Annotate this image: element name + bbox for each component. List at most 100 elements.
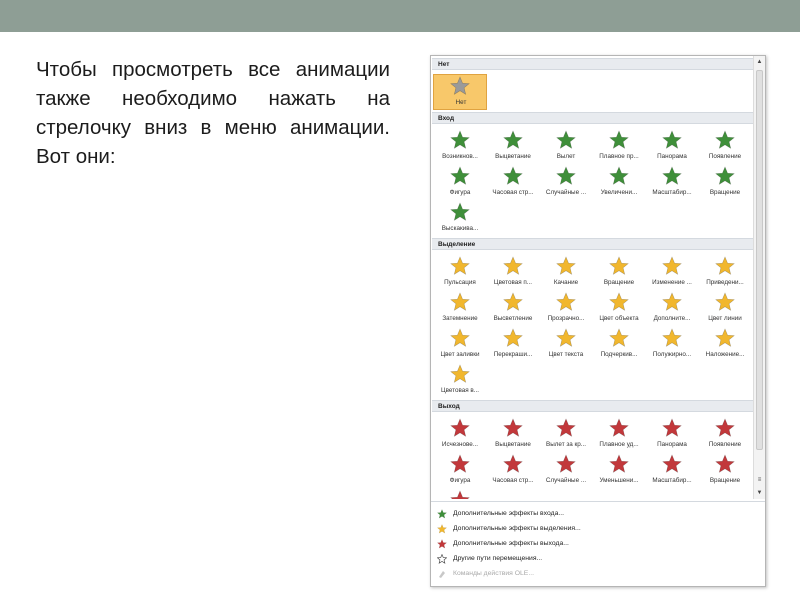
animation-tile-выделение-5[interactable]: Приведени...	[698, 254, 752, 290]
animation-tile-label: Качание	[553, 279, 579, 286]
animation-tile-выход-3[interactable]: Плавное уд...	[592, 416, 646, 452]
gallery-scrollbar[interactable]: ▲ ≡ ▼	[753, 56, 765, 499]
animation-tile-label: Затемнение	[442, 315, 478, 322]
star-entrance-icon	[556, 130, 576, 149]
animation-tile-выделение-2[interactable]: Качание	[539, 254, 593, 290]
animation-tile-вход-3[interactable]: Плавное пр...	[592, 128, 646, 164]
animation-tile-вход-0[interactable]: Возникнов...	[433, 128, 487, 164]
command-2[interactable]: Дополнительные эффекты выхода...	[435, 537, 755, 551]
animation-tile-выделение-8[interactable]: Прозрачно...	[539, 290, 593, 326]
star-emphasis-icon	[609, 292, 629, 311]
animation-tile-label: Выцветание	[495, 153, 531, 160]
animation-tile-выход-11[interactable]: Вращение	[698, 452, 752, 488]
animation-tile-выделение-10[interactable]: Дополните...	[645, 290, 699, 326]
scroll-up-button[interactable]: ▲	[754, 56, 765, 68]
command-label: Дополнительные эффекты выхода...	[453, 540, 569, 547]
ole-verb-icon	[439, 571, 445, 578]
star-exit-icon	[503, 454, 523, 473]
animation-tile-выход-0[interactable]: Исчезнове...	[433, 416, 487, 452]
star-entrance-icon	[662, 130, 682, 149]
star-emphasis-icon	[609, 256, 629, 275]
command-0[interactable]: Дополнительные эффекты входа...	[435, 507, 755, 521]
star-entrance-icon	[715, 130, 735, 149]
animation-tile-вход-1[interactable]: Выцветание	[486, 128, 540, 164]
animation-tile-label: Вращение	[603, 279, 635, 286]
animation-tile-выделение-15[interactable]: Подчеркив...	[592, 326, 646, 362]
star-entrance-icon	[609, 166, 629, 185]
star-exit-icon	[609, 418, 629, 437]
animation-tile-label: Полужирно...	[652, 351, 692, 358]
animation-tile-вход-4[interactable]: Панорама	[645, 128, 699, 164]
animation-tile-вход-9[interactable]: Увеличени...	[592, 164, 646, 200]
star-none-icon	[450, 76, 470, 95]
star-emphasis-icon	[715, 256, 735, 275]
animation-tile-label: Цвет объекта	[599, 315, 639, 322]
star-emphasis-icon	[609, 328, 629, 347]
animation-tile-выделение-18[interactable]: Цветовая в...	[433, 362, 487, 398]
star-exit-icon	[450, 418, 470, 437]
animation-tile-выделение-1[interactable]: Цветовая п...	[486, 254, 540, 290]
star-emphasis-icon	[662, 256, 682, 275]
scroll-expand-button[interactable]: ≡	[754, 474, 765, 486]
animation-tile-выход-8[interactable]: Случайные ...	[539, 452, 593, 488]
animation-tile-label: Возникнов...	[442, 153, 478, 160]
animation-tile-выход-5[interactable]: Появление	[698, 416, 752, 452]
star-emphasis-icon	[715, 292, 735, 311]
animation-tile-вход-5[interactable]: Появление	[698, 128, 752, 164]
animation-tile-выход-1[interactable]: Выцветание	[486, 416, 540, 452]
animation-tile-выделение-12[interactable]: Цвет заливки	[433, 326, 487, 362]
animation-tile-выход-12[interactable]: Выскакива...	[433, 488, 487, 499]
animation-tile-label: Наложение...	[705, 351, 745, 358]
animation-tile-вход-6[interactable]: Фигура	[433, 164, 487, 200]
animation-tile-вход-11[interactable]: Вращение	[698, 164, 752, 200]
animation-tile-label: Плавное пр...	[599, 153, 639, 160]
animation-tile-выделение-3[interactable]: Вращение	[592, 254, 646, 290]
animation-tile-label: Появление	[708, 441, 742, 448]
star-emphasis-icon	[662, 328, 682, 347]
animation-tile-label: Часовая стр...	[492, 189, 534, 196]
command-label: Дополнительные эффекты выделения...	[453, 525, 581, 532]
animation-tile-нет-0[interactable]: Нет	[433, 74, 487, 110]
animation-tile-выход-7[interactable]: Часовая стр...	[486, 452, 540, 488]
star-emphasis-icon	[503, 292, 523, 311]
star-exit-icon	[450, 454, 470, 473]
star-exit-icon	[437, 539, 447, 549]
animation-tile-выделение-0[interactable]: Пульсация	[433, 254, 487, 290]
animation-tile-выделение-4[interactable]: Изменение ...	[645, 254, 699, 290]
star-entrance-icon	[503, 130, 523, 149]
animation-tile-вход-10[interactable]: Масштабир...	[645, 164, 699, 200]
animation-tile-выделение-11[interactable]: Цвет линии	[698, 290, 752, 326]
command-1[interactable]: Дополнительные эффекты выделения...	[435, 522, 755, 536]
animation-tile-выход-9[interactable]: Уменьшени...	[592, 452, 646, 488]
star-entrance-icon	[450, 130, 470, 149]
animation-tile-label: Исчезнове...	[441, 441, 479, 448]
animation-tile-label: Появление	[708, 153, 742, 160]
animation-tile-выделение-9[interactable]: Цвет объекта	[592, 290, 646, 326]
star-outline-icon	[437, 554, 447, 564]
animation-tile-выделение-14[interactable]: Цвет текста	[539, 326, 593, 362]
command-3[interactable]: Другие пути перемещения...	[435, 552, 755, 566]
animation-tile-выделение-13[interactable]: Перекраши...	[486, 326, 540, 362]
animation-tile-выход-6[interactable]: Фигура	[433, 452, 487, 488]
star-entrance-icon	[715, 166, 735, 185]
animation-tile-вход-8[interactable]: Случайные ...	[539, 164, 593, 200]
animation-tile-выделение-17[interactable]: Наложение...	[698, 326, 752, 362]
animation-tile-выход-4[interactable]: Панорама	[645, 416, 699, 452]
star-exit-icon	[556, 454, 576, 473]
animation-tile-label: Цветовая п...	[493, 279, 533, 286]
animation-tile-выход-10[interactable]: Масштабир...	[645, 452, 699, 488]
animation-tile-вход-12[interactable]: Выскакива...	[433, 200, 487, 236]
star-emphasis-icon	[556, 292, 576, 311]
star-emphasis-icon	[503, 256, 523, 275]
animation-tile-выделение-16[interactable]: Полужирно...	[645, 326, 699, 362]
animation-tile-label: Приведени...	[706, 279, 744, 286]
slide-body-text: Чтобы просмотреть все анимации также нео…	[36, 58, 390, 168]
scroll-thumb[interactable]	[756, 70, 763, 450]
scroll-down-button[interactable]: ▼	[754, 487, 765, 499]
star-emphasis-icon	[556, 328, 576, 347]
animation-tile-выделение-7[interactable]: Высветление	[486, 290, 540, 326]
animation-tile-вход-2[interactable]: Вылет	[539, 128, 593, 164]
animation-tile-выход-2[interactable]: Вылет за кр...	[539, 416, 593, 452]
animation-tile-выделение-6[interactable]: Затемнение	[433, 290, 487, 326]
animation-tile-вход-7[interactable]: Часовая стр...	[486, 164, 540, 200]
